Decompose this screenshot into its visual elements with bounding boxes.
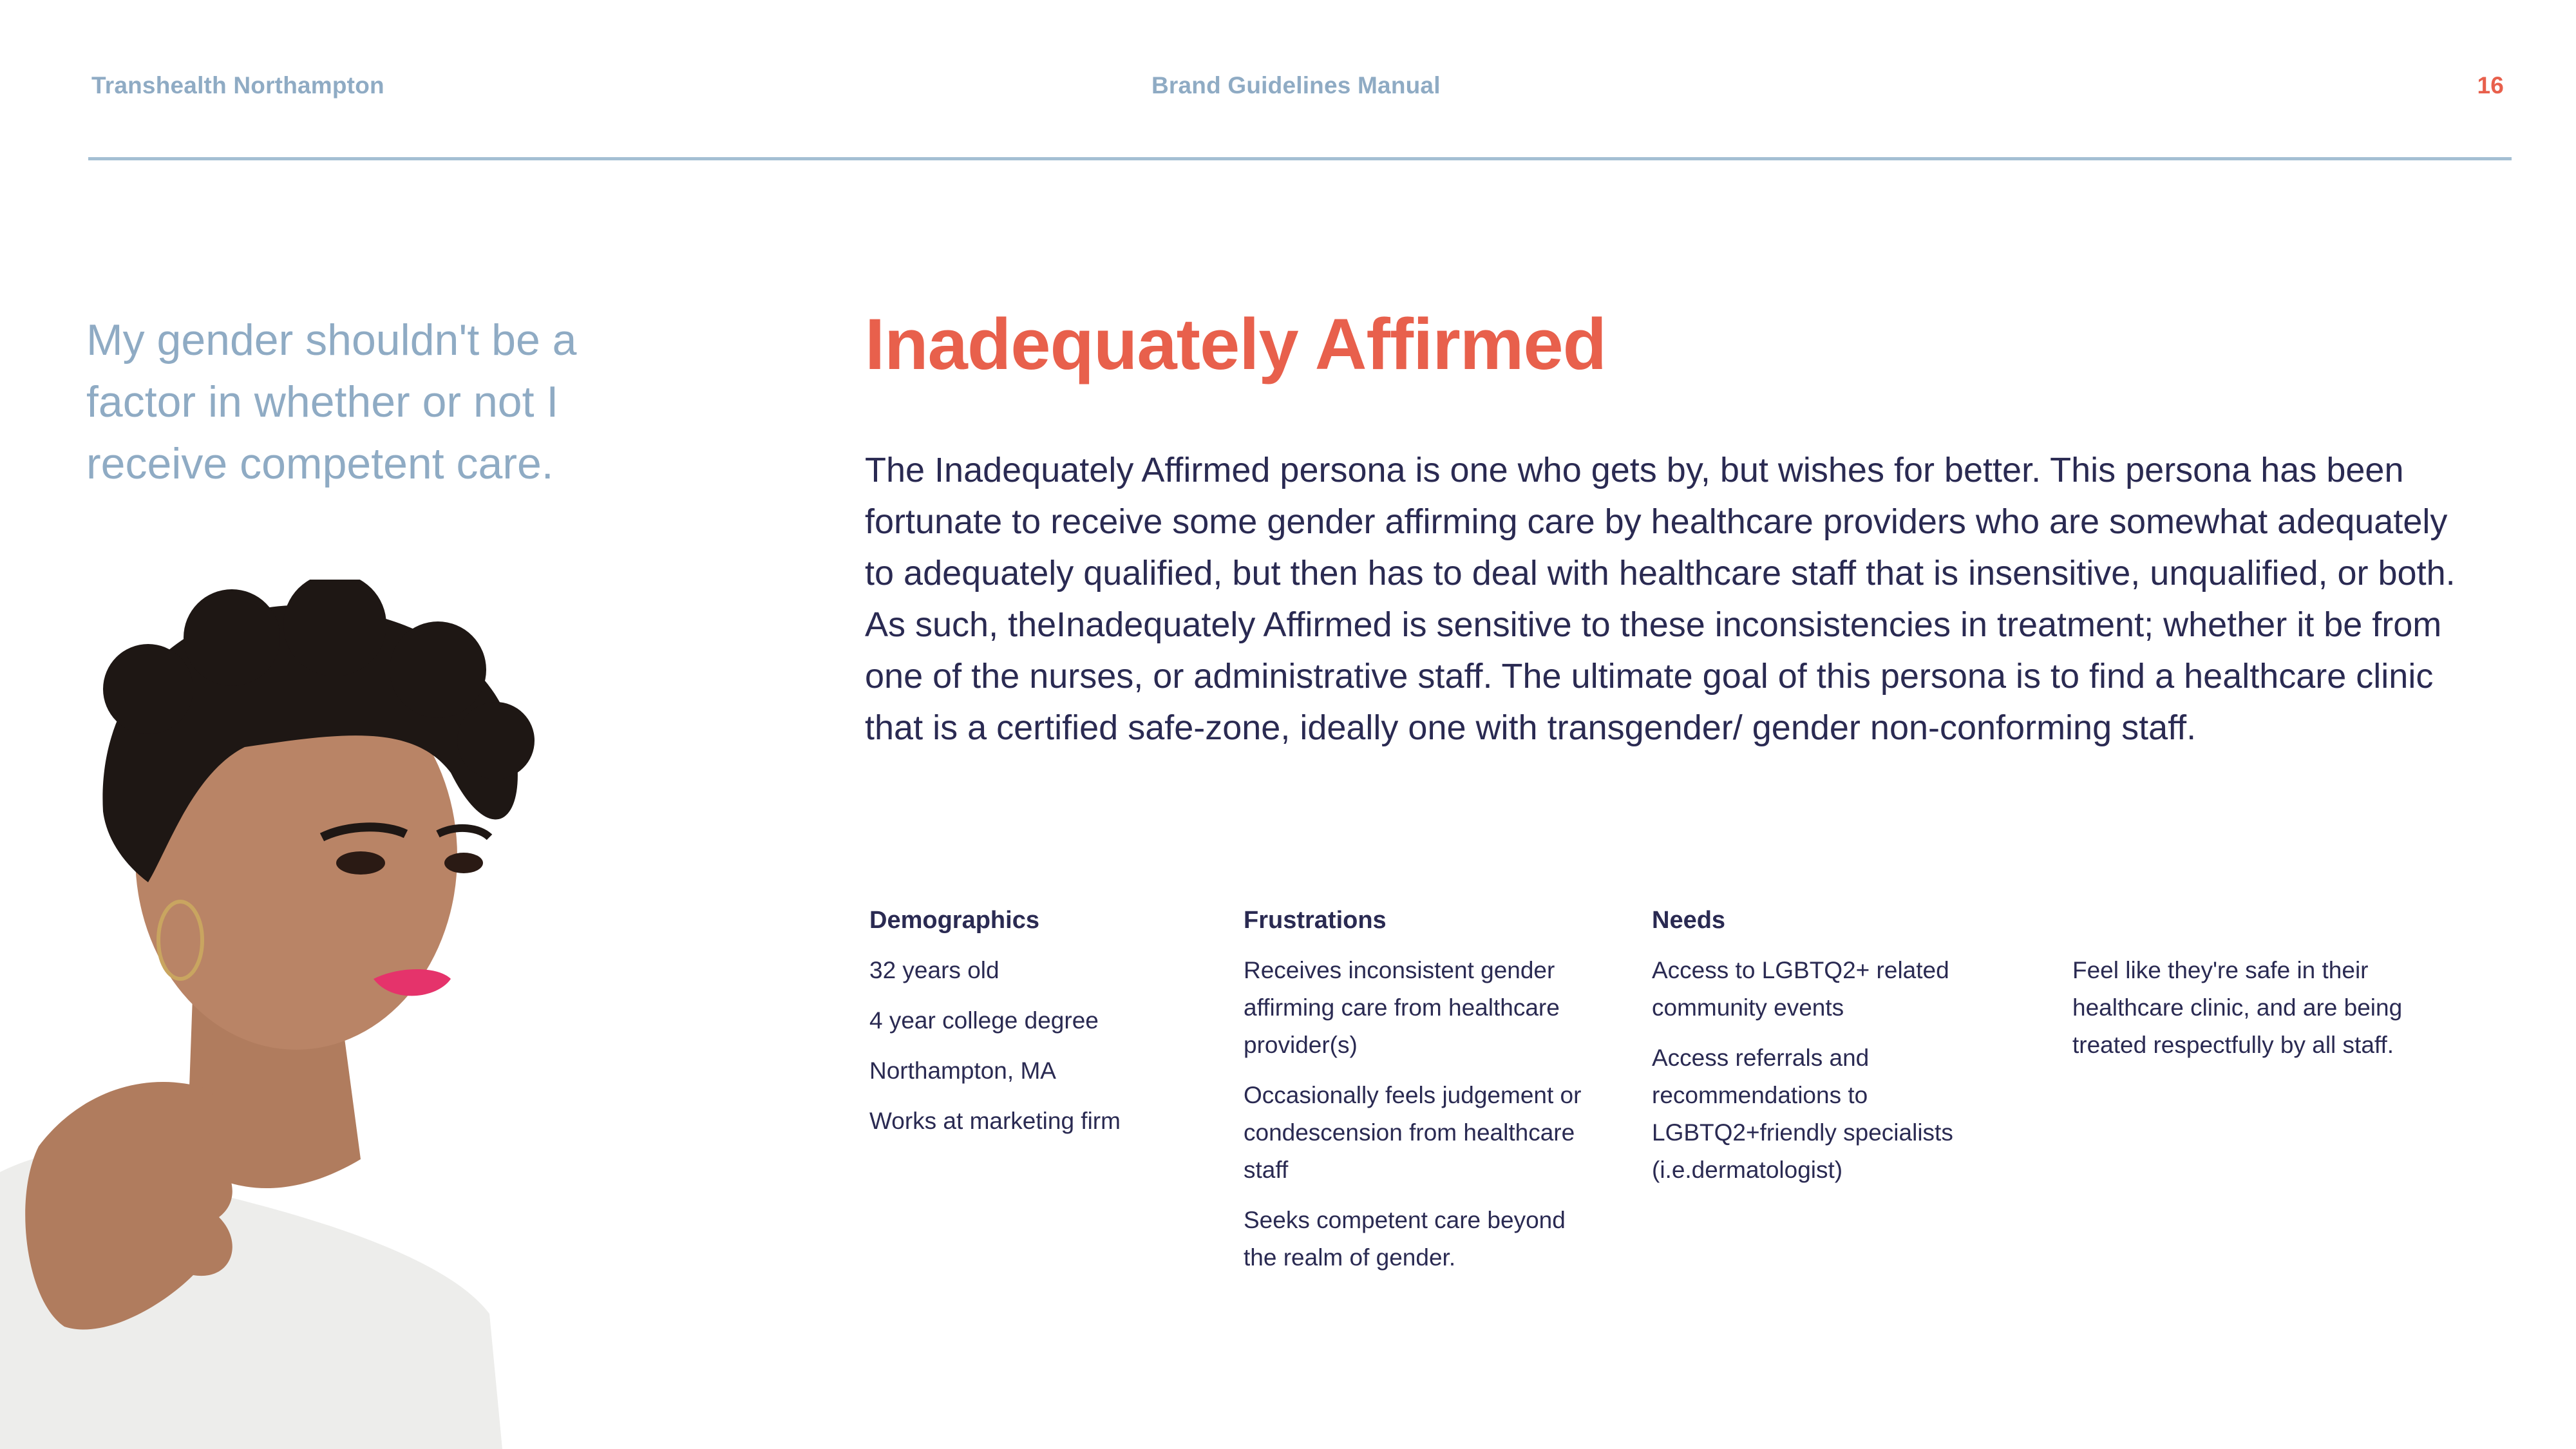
needs-item: Access referrals and recommendations to …: [1652, 1045, 1953, 1183]
header-organization: Transhealth Northampton: [91, 72, 384, 99]
demographics-section: Demographics 32 years old 4 year college…: [869, 902, 1204, 1153]
page-number: 16: [2477, 72, 2504, 99]
needs-heading: Needs: [1652, 907, 1726, 934]
frustrations-heading: Frustrations: [1244, 907, 1387, 934]
demographics-item: Works at marketing firm: [869, 1108, 1121, 1134]
header-divider: [88, 157, 2512, 160]
persona-portrait: [0, 580, 535, 1449]
needs-extra-section: Feel like they're safe in their healthca…: [2072, 952, 2433, 1077]
demographics-item: 4 year college degree: [869, 1007, 1099, 1034]
persona-description: The Inadequately Affirmed persona is one…: [865, 451, 2456, 747]
persona-title: Inadequately Affirmed: [865, 304, 1607, 384]
needs-item: Feel like they're safe in their healthca…: [2072, 957, 2403, 1058]
demographics-item: Northampton, MA: [869, 1057, 1056, 1084]
demographics-item: 32 years old: [869, 957, 999, 983]
demographics-heading: Demographics: [869, 907, 1039, 934]
frustrations-item: Seeks competent care beyond the realm of…: [1244, 1207, 1566, 1271]
needs-item: Access to LGBTQ2+ related community even…: [1652, 957, 1949, 1021]
frustrations-section: Frustrations Receives inconsistent gende…: [1244, 902, 1604, 1289]
frustrations-item: Occasionally feels judgement or condesce…: [1244, 1082, 1582, 1183]
frustrations-item: Receives inconsistent gender affirming c…: [1244, 957, 1560, 1058]
persona-quote: My gender shouldn't be a factor in wheth…: [86, 316, 577, 488]
header-document-title: Brand Guidelines Manual: [1151, 72, 1441, 99]
needs-section: Needs Access to LGBTQ2+ related communit…: [1652, 902, 2000, 1202]
